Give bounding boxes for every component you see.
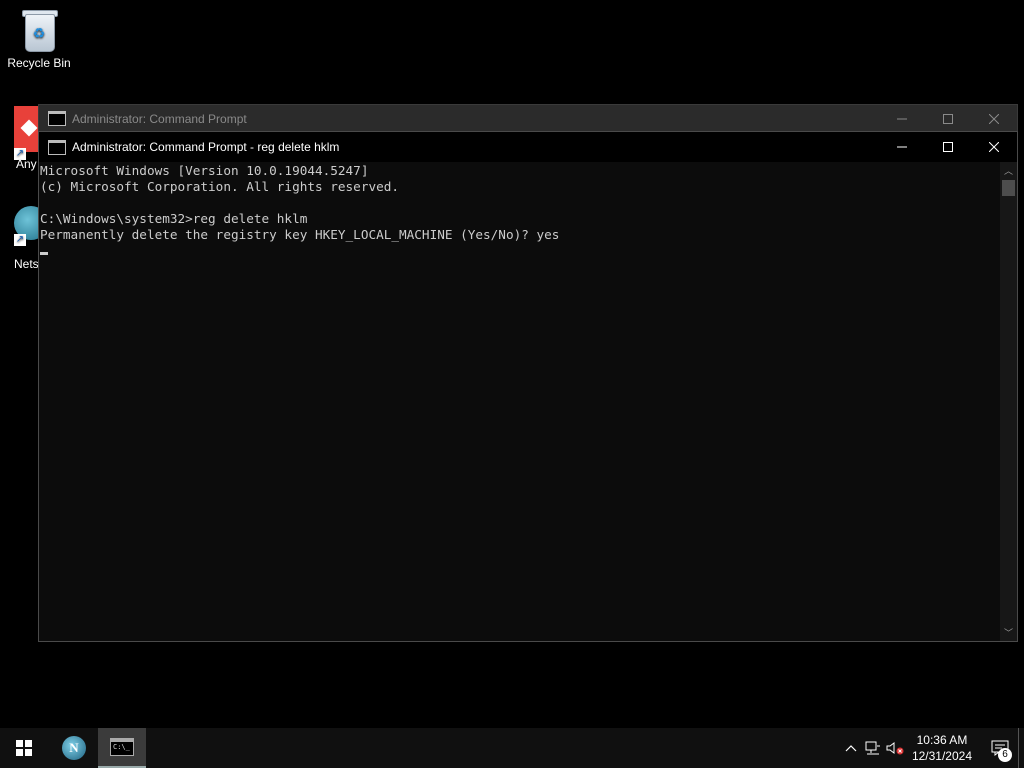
show-desktop-button[interactable] bbox=[1018, 728, 1024, 768]
desktop-icon-anydesk[interactable]: ↗ bbox=[14, 106, 40, 160]
minimize-icon bbox=[897, 118, 907, 119]
maximize-icon bbox=[943, 113, 953, 124]
chevron-down-icon: ﹀ bbox=[1003, 628, 1013, 638]
window-title: Administrator: Command Prompt bbox=[72, 111, 247, 126]
scroll-down-button[interactable]: ﹀ bbox=[1000, 624, 1017, 641]
scroll-up-button[interactable]: ︿ bbox=[1000, 162, 1017, 179]
maximize-button[interactable] bbox=[925, 105, 971, 132]
clock-time: 10:36 AM bbox=[916, 733, 968, 747]
clock[interactable]: 10:36 AM 12/31/2024 bbox=[906, 732, 982, 764]
scrollbar-thumb[interactable] bbox=[1002, 180, 1015, 196]
desktop-icon-netscape[interactable]: ↗ bbox=[14, 206, 48, 246]
chevron-up-icon bbox=[845, 745, 857, 752]
recycle-bin-icon: ♻ bbox=[19, 6, 59, 52]
desktop-icon-label: Recycle Bin bbox=[7, 56, 71, 70]
network-icon bbox=[865, 741, 880, 755]
close-button[interactable] bbox=[971, 132, 1017, 162]
title-bar[interactable]: Administrator: Command Prompt bbox=[39, 105, 1017, 132]
netscape-icon: N bbox=[62, 736, 86, 760]
command-prompt-icon bbox=[48, 139, 66, 155]
window-title: Administrator: Command Prompt - reg dele… bbox=[72, 140, 340, 154]
volume-muted-icon bbox=[886, 742, 904, 755]
anydesk-icon: ↗ bbox=[14, 106, 40, 160]
clock-date: 12/31/2024 bbox=[911, 749, 972, 763]
text-cursor bbox=[40, 252, 48, 255]
desktop-icon-recycle-bin[interactable]: ♻ Recycle Bin bbox=[4, 6, 74, 70]
taskbar: N C:\_ 10:36 AM 12/31/2024 6 bbox=[0, 728, 1024, 768]
chevron-up-icon: ︿ bbox=[1003, 166, 1013, 176]
action-center-button[interactable]: 6 bbox=[982, 728, 1018, 768]
minimize-button[interactable] bbox=[879, 105, 925, 132]
system-tray: 10:36 AM 12/31/2024 6 bbox=[840, 728, 1024, 768]
desktop-icon-label: Nets bbox=[14, 257, 39, 271]
command-prompt-icon: C:\_ bbox=[110, 738, 134, 756]
console-line: Permanently delete the registry key HKEY… bbox=[40, 227, 560, 242]
shortcut-arrow-icon: ↗ bbox=[14, 234, 26, 246]
close-icon bbox=[989, 113, 999, 124]
notification-count-badge: 6 bbox=[998, 748, 1012, 762]
title-bar[interactable]: Administrator: Command Prompt - reg dele… bbox=[39, 132, 1017, 162]
minimize-icon bbox=[897, 146, 907, 148]
minimize-button[interactable] bbox=[879, 132, 925, 162]
show-hidden-icons-button[interactable] bbox=[840, 728, 862, 768]
windows-start-icon bbox=[16, 740, 32, 756]
maximize-button[interactable] bbox=[925, 132, 971, 162]
close-icon bbox=[989, 142, 999, 152]
command-prompt-window[interactable]: Administrator: Command Prompt - reg dele… bbox=[38, 131, 1018, 642]
console-line: C:\Windows\system32>reg delete hklm bbox=[40, 211, 308, 226]
volume-button[interactable] bbox=[884, 728, 906, 768]
network-button[interactable] bbox=[862, 728, 884, 768]
start-button[interactable] bbox=[0, 728, 48, 768]
command-prompt-icon bbox=[48, 111, 66, 126]
close-button[interactable] bbox=[971, 105, 1017, 132]
taskbar-app-netscape[interactable]: N bbox=[50, 728, 98, 768]
console-line: (c) Microsoft Corporation. All rights re… bbox=[40, 179, 400, 194]
desktop-icon-label: Any bbox=[16, 157, 37, 171]
console-input-line[interactable] bbox=[40, 243, 1000, 259]
console-output[interactable]: Microsoft Windows [Version 10.0.19044.52… bbox=[39, 162, 1000, 641]
vertical-scrollbar[interactable]: ︿ ﹀ bbox=[1000, 162, 1017, 641]
taskbar-app-command-prompt[interactable]: C:\_ bbox=[98, 728, 146, 768]
maximize-icon bbox=[943, 142, 953, 152]
console-line: Microsoft Windows [Version 10.0.19044.52… bbox=[40, 163, 369, 178]
